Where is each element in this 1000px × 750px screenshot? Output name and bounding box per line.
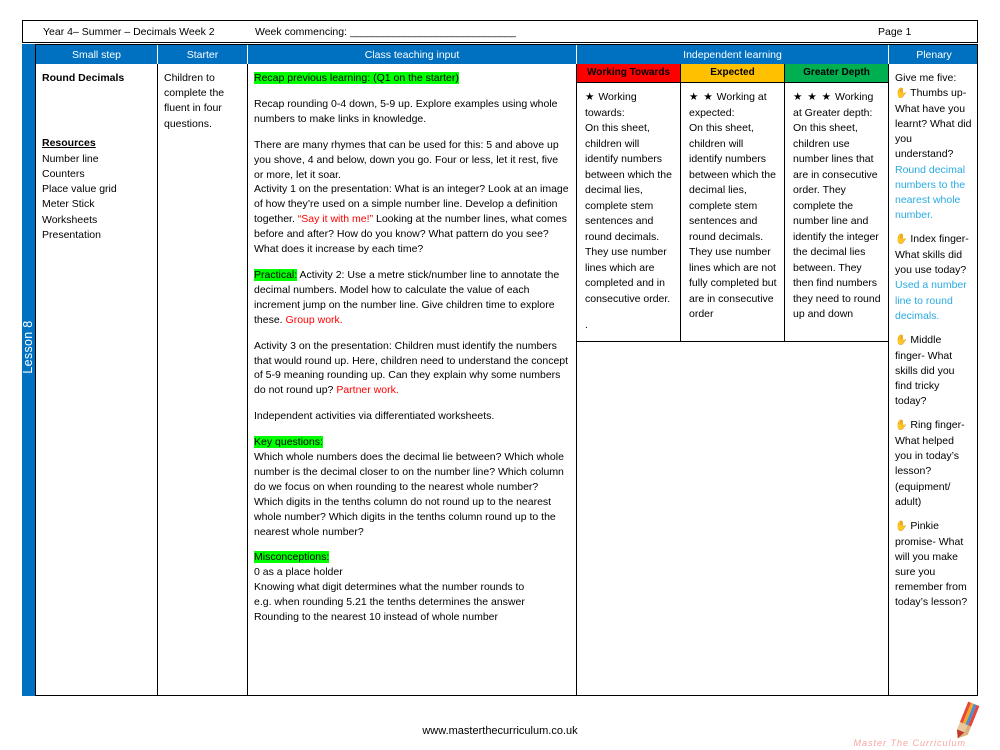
cell-independent-learning: Working Towards ★ Working towards: On th… [577,64,889,695]
band-label-expected: Expected [681,64,784,83]
cell-starter: Children to complete the fluent in four … [158,64,248,695]
hand-icon: ✋ [895,521,908,533]
week-commencing-line: _______________________________ [349,25,516,38]
plenary-content: Give me five: ✋ Thumbs up- What have you… [895,71,973,611]
independent-column-expected: Expected ★ ★ Working at expected: On thi… [681,64,785,341]
table-header-row: Small step Starter Class teaching input … [36,45,977,64]
band-text-expected: On this sheet, children will identify nu… [689,122,777,321]
plenary-prompt: Thumbs up- What have you learnt? What di… [895,87,972,161]
band-trailing-working-towards: . [585,319,588,332]
rhymes-paragraph: There are many rhymes that can be used f… [254,138,559,181]
plenary-item: ✋ Ring finger- What helped you in today’… [895,418,973,510]
lesson-spine: Lesson 8 [21,44,35,696]
week-commencing-label: Week commencing: [255,25,350,38]
plenary-item: ✋ Index finger- What skills did you use … [895,232,973,324]
key-questions-heading: Key questions: [254,436,323,449]
table-grid: Small step Starter Class teaching input … [35,44,978,696]
list-item: Meter Stick [42,198,95,211]
independent-empty-area [577,341,888,695]
misconceptions-heading-wrap: Misconceptions: [254,550,570,565]
misconception-item: Knowing what digit determines what the n… [254,581,525,594]
key-questions-heading-wrap: Key questions: [254,435,570,450]
list-item: Worksheets [42,213,98,226]
independent-band-columns: Working Towards ★ Working towards: On th… [577,64,888,341]
hand-icon: ✋ [895,234,908,246]
practical-group-work: Group work. [285,313,343,326]
week-commencing: Week commencing: _______________________… [255,25,516,38]
hand-icon: ✋ [895,88,908,100]
list-item: Presentation [42,228,101,241]
column-header-plenary: Plenary [916,48,952,61]
plenary-intro: Give me five: [895,72,957,84]
plenary-item: ✋ Middle finger- What skills did you fin… [895,333,973,409]
activity-3-paragraph: Activity 3 on the presentation: Children… [254,339,570,399]
plenary-prompt: Index finger- What skills did you use to… [895,233,969,277]
table-body-row: Round Decimals Resources Number line Cou… [36,64,977,695]
recap-heading: Recap previous learning: (Q1 on the star… [254,72,459,84]
independent-body-expected: ★ ★ Working at expected: On this sheet, … [681,83,784,341]
independent-column-working-towards: Working Towards ★ Working towards: On th… [577,64,681,341]
footer-url: www.masterthecurriculum.co.uk [422,725,578,737]
cell-small-step: Round Decimals Resources Number line Cou… [36,64,158,695]
misconception-item: 0 as a place holder [254,566,343,579]
logo-wordmark: Master The Curriculum [853,738,966,748]
cell-class-teaching-input: Recap previous learning: (Q1 on the star… [248,64,577,695]
key-questions-body: Which whole numbers does the decimal lie… [254,451,564,538]
band-label-greater-depth: Greater Depth [785,64,888,83]
recap-body: Recap rounding 0-4 down, 5-9 up. Explore… [254,97,558,125]
small-step-title: Round Decimals [42,72,125,84]
band-text-greater-depth: On this sheet, children use number lines… [793,122,881,321]
misconception-item: Rounding to the nearest 10 instead of wh… [254,611,498,624]
list-item: Counters [42,168,85,181]
list-item: Place value grid [42,183,117,196]
starter-text: Children to complete the fluent in four … [164,72,225,130]
column-header-starter: Starter [158,45,248,64]
recap-heading-wrap: Recap previous learning: (Q1 on the star… [254,71,570,86]
misconception-item: e.g. when rounding 5.21 the tenths deter… [254,596,525,609]
plenary-answer: Used a number line to round decimals. [895,279,967,322]
star-icon: ★ ★ ★ [793,91,833,103]
practical-paragraph: Practical: Activity 2: Use a metre stick… [254,268,570,328]
band-text-working-towards: On this sheet, children will identify nu… [585,122,672,305]
misconceptions-heading: Misconceptions: [254,551,330,564]
lesson-plan-table: Lesson 8 Small step Starter Class teachi… [21,44,978,696]
list-item: Number line [42,152,99,165]
plenary-answer: Round decimal numbers to the nearest who… [895,163,966,222]
plenary-item: Give me five: ✋ Thumbs up- What have you… [895,71,973,223]
independent-activities-line: Independent activities via differentiate… [254,410,495,423]
column-header-independent-learning: Independent learning [577,45,889,64]
hand-icon: ✋ [895,335,908,347]
resources-heading: Resources [42,136,96,149]
plenary-prompt: Ring finger- What helped you in today’s … [895,419,965,508]
activity-1-say-it-with-me: “Say it with me!” [297,213,374,226]
plenary-item: ✋ Pinkie promise- What will you make sur… [895,519,973,611]
independent-body-greater-depth: ★ ★ ★ Working at Greater depth: On this … [785,83,888,341]
activity-3-partner-work: Partner work. [336,384,399,397]
activity-3-text: Activity 3 on the presentation: Children… [254,339,569,397]
plenary-prompt: Pinkie promise- What will you make sure … [895,520,968,609]
document-header: Year 4– Summer – Decimals Week 2 Week co… [22,20,978,43]
lesson-spine-label: Lesson 8 [21,320,35,374]
star-icon: ★ [585,91,596,103]
hand-icon: ✋ [895,420,908,432]
column-header-class-teaching-input: Class teaching input [248,45,577,64]
cell-plenary: Give me five: ✋ Thumbs up- What have you… [889,64,979,695]
practical-tag: Practical: [254,268,298,281]
independent-body-working-towards: ★ Working towards: On this sheet, childr… [577,83,680,341]
independent-column-greater-depth: Greater Depth ★ ★ ★ Working at Greater d… [785,64,888,341]
activity-1-paragraph: Activity 1 on the presentation: What is … [254,182,570,257]
header-title: Year 4– Summer – Decimals Week 2 [43,25,215,38]
column-header-small-step: Small step [36,45,158,64]
star-icon: ★ ★ [689,91,714,103]
resources-list: Number line Counters Place value grid Me… [42,152,151,243]
page-number: Page 1 [878,25,912,38]
band-label-working-towards: Working Towards [577,64,680,83]
